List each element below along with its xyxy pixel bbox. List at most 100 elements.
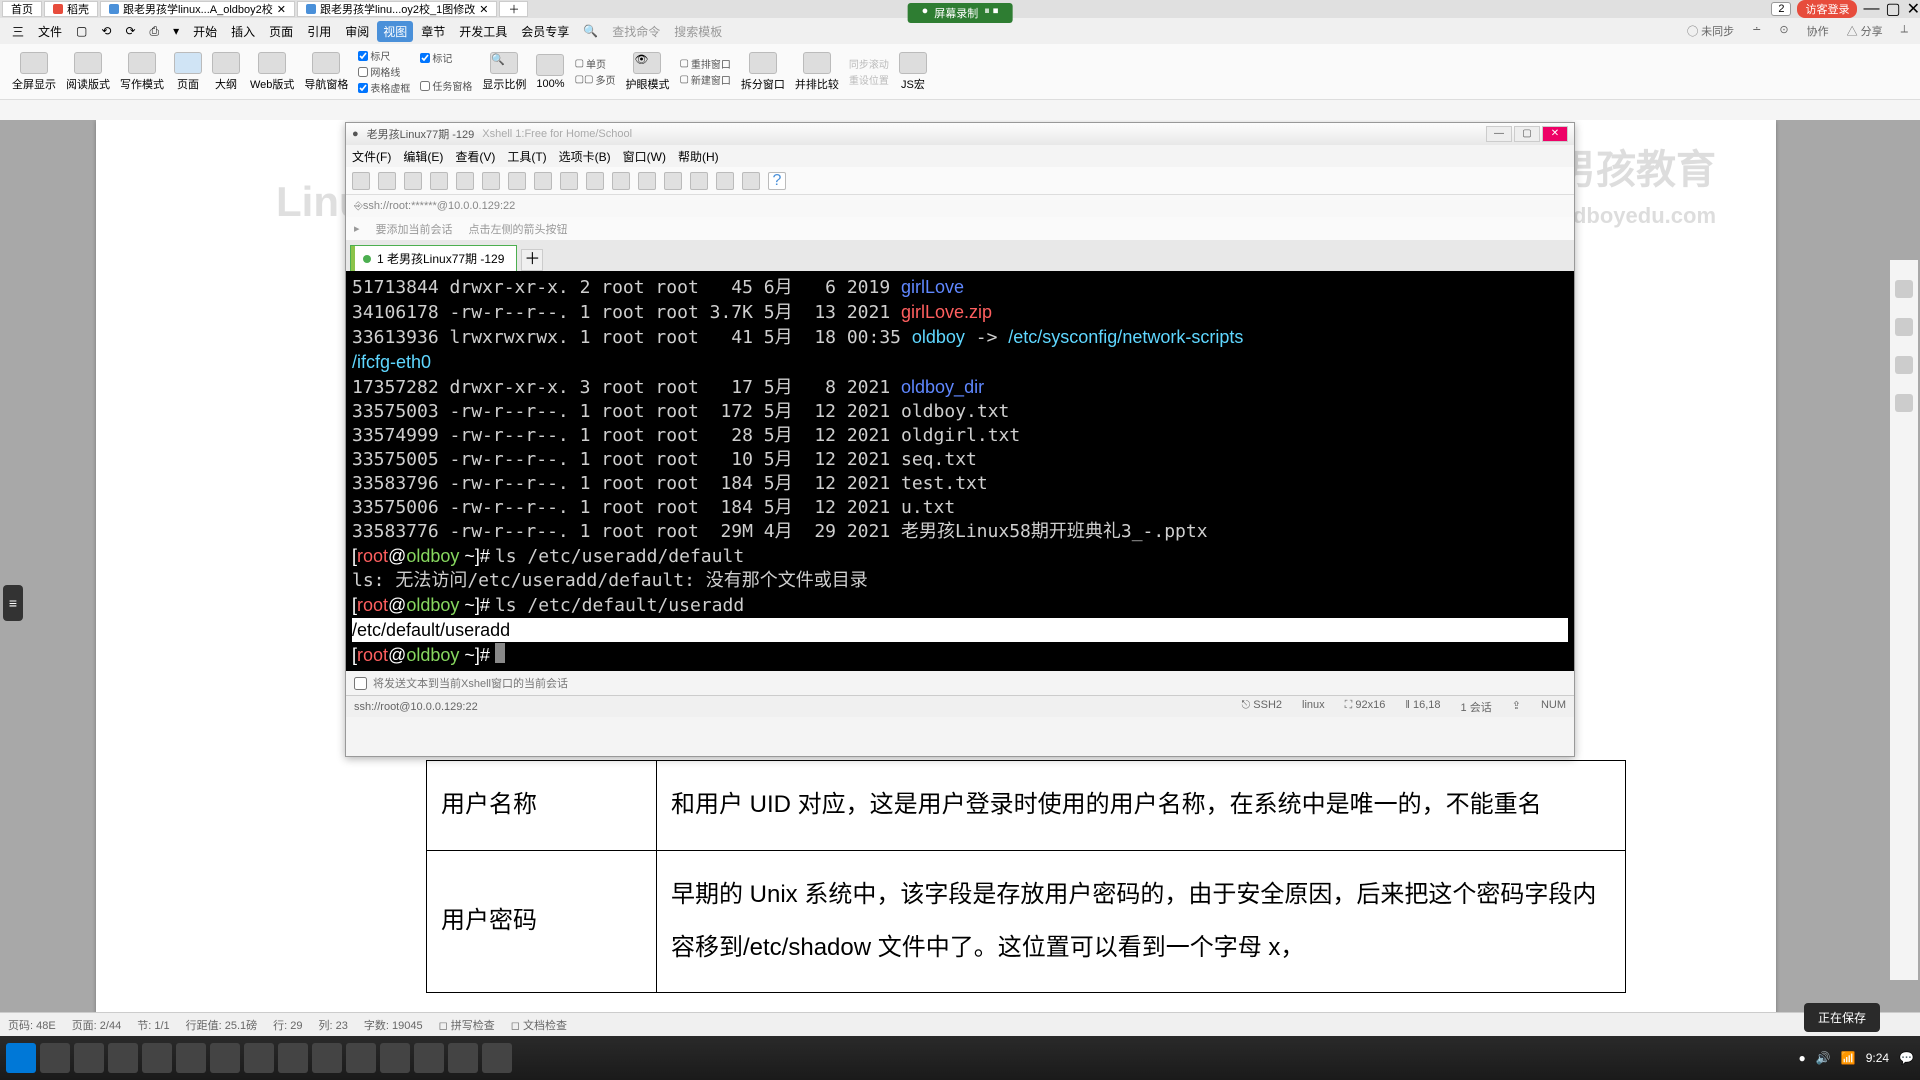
- menu-ham[interactable]: 三: [6, 21, 30, 42]
- app-icon[interactable]: [176, 1043, 206, 1073]
- cell-key[interactable]: 用户名称: [427, 761, 657, 851]
- term-max[interactable]: ▢: [1514, 126, 1540, 142]
- menu-insert[interactable]: 插入: [225, 21, 261, 42]
- term-close[interactable]: ✕: [1542, 126, 1568, 142]
- login-badge[interactable]: 访客登录: [1797, 0, 1857, 18]
- fullscreen-icon[interactable]: [20, 52, 48, 74]
- menu-member[interactable]: 会员专享: [515, 21, 575, 42]
- tb-icon[interactable]: [482, 172, 500, 190]
- app-icon[interactable]: [414, 1043, 444, 1073]
- tb-icon[interactable]: [404, 172, 422, 190]
- tray-icon[interactable]: 🔊: [1816, 1051, 1831, 1065]
- zoom-icon[interactable]: 🔍: [490, 52, 518, 74]
- tb-icon[interactable]: [664, 172, 682, 190]
- app-icon[interactable]: [244, 1043, 274, 1073]
- page-icon[interactable]: [174, 52, 202, 74]
- menu-chapter[interactable]: 章节: [415, 21, 451, 42]
- notif-count[interactable]: 2: [1771, 2, 1791, 16]
- edge-icon[interactable]: [1895, 394, 1913, 412]
- menu-drop[interactable]: ▾: [167, 22, 185, 40]
- new-window[interactable]: ▢ 新建窗口: [679, 72, 730, 87]
- outline-icon[interactable]: [212, 52, 240, 74]
- tb-icon[interactable]: [716, 172, 734, 190]
- menu-start[interactable]: 开始: [187, 21, 223, 42]
- split-icon[interactable]: [749, 52, 777, 74]
- menu-file[interactable]: 文件: [32, 21, 68, 42]
- tray-notif[interactable]: 💬: [1899, 1051, 1914, 1065]
- term-tools[interactable]: 工具(T): [507, 148, 546, 165]
- tb-icon[interactable]: [430, 172, 448, 190]
- side-handle[interactable]: ≡: [3, 585, 23, 621]
- start-button[interactable]: [6, 1043, 36, 1073]
- collab[interactable]: 协作: [1801, 21, 1835, 41]
- app-icon[interactable]: [448, 1043, 478, 1073]
- tray-icon[interactable]: ●: [1799, 1051, 1806, 1065]
- edge-icon[interactable]: [1895, 356, 1913, 374]
- menu-redo[interactable]: ⟳: [119, 22, 141, 40]
- edge-icon[interactable]: [1895, 318, 1913, 336]
- tab-doc2[interactable]: 跟老男孩学linu...oy2校_1图修改 ✕: [297, 1, 497, 17]
- tray-clock[interactable]: 9:24: [1866, 1051, 1889, 1065]
- sync-status[interactable]: ◯ 未同步: [1681, 21, 1740, 41]
- eye-icon[interactable]: 👁: [633, 52, 661, 74]
- tb-icon[interactable]: [378, 172, 396, 190]
- tab-doc1[interactable]: 跟老男孩学linux...A_oldboy2校 ✕: [100, 1, 295, 17]
- menu-undo[interactable]: ⟲: [95, 22, 117, 40]
- terminal-output[interactable]: 51713844 drwxr-xr-x. 2 root root 45 6月 6…: [346, 271, 1574, 671]
- taskview-icon[interactable]: [108, 1043, 138, 1073]
- term-min[interactable]: —: [1486, 126, 1512, 142]
- more-icon[interactable]: ⟂: [1895, 21, 1914, 41]
- share[interactable]: △ 分享: [1841, 21, 1889, 41]
- min-btn[interactable]: —: [1863, 0, 1879, 18]
- term-add-tab[interactable]: ＋: [521, 249, 543, 271]
- cortana-icon[interactable]: [74, 1043, 104, 1073]
- menu-view[interactable]: 视图: [377, 21, 413, 42]
- menu-tpl[interactable]: 搜索模板: [668, 21, 728, 42]
- mark-check[interactable]: [420, 53, 430, 63]
- term-file[interactable]: 文件(F): [352, 148, 391, 165]
- menu-search[interactable]: 查找命令: [606, 21, 666, 42]
- table-check[interactable]: [358, 83, 368, 93]
- term-help[interactable]: 帮助(H): [678, 148, 719, 165]
- gear-icon[interactable]: ⊙: [1773, 21, 1794, 41]
- nav-icon[interactable]: [312, 52, 340, 74]
- app-icon[interactable]: [482, 1043, 512, 1073]
- cell-val[interactable]: 早期的 Unix 系统中，该字段是存放用户密码的，由于安全原因，后来把这个密码字…: [657, 850, 1626, 993]
- menu-print[interactable]: ⎙: [144, 22, 166, 41]
- grid-check[interactable]: [358, 67, 368, 77]
- term-address[interactable]: ⎆ ssh://root:******@10.0.0.129:22: [346, 195, 1574, 217]
- term-tab[interactable]: 选项卡(B): [559, 148, 611, 165]
- tb-icon[interactable]: [508, 172, 526, 190]
- menu-dev[interactable]: 开发工具: [453, 21, 513, 42]
- tb-icon[interactable]: [612, 172, 630, 190]
- menu-save[interactable]: ▢: [70, 22, 93, 40]
- app-icon[interactable]: [278, 1043, 308, 1073]
- search-icon[interactable]: [40, 1043, 70, 1073]
- js-icon[interactable]: [899, 52, 927, 74]
- edge-icon[interactable]: [1895, 280, 1913, 298]
- term-titlebar[interactable]: ●老男孩Linux77期 -129Xshell 1:Free for Home/…: [346, 123, 1574, 145]
- term-session-tab[interactable]: 1 老男孩Linux77期 -129: [350, 245, 517, 271]
- tb-icon[interactable]: [638, 172, 656, 190]
- term-window[interactable]: 窗口(W): [623, 148, 666, 165]
- read-icon[interactable]: [74, 52, 102, 74]
- tb-icon[interactable]: [690, 172, 708, 190]
- tb-icon[interactable]: [742, 172, 760, 190]
- tray-icon[interactable]: 📶: [1841, 1051, 1856, 1065]
- tb-help-icon[interactable]: ?: [768, 172, 786, 190]
- cell-key[interactable]: 用户密码: [427, 850, 657, 993]
- menu-page[interactable]: 页面: [263, 21, 299, 42]
- app-icon[interactable]: [312, 1043, 342, 1073]
- close-btn[interactable]: ✕: [1907, 0, 1920, 19]
- max-btn[interactable]: ▢: [1885, 0, 1900, 19]
- tb-icon[interactable]: [456, 172, 474, 190]
- tab-dao[interactable]: 稻壳: [44, 1, 98, 17]
- tb-icon[interactable]: [352, 172, 370, 190]
- app-icon[interactable]: [346, 1043, 376, 1073]
- sendbar-check[interactable]: [354, 677, 367, 690]
- tab-new[interactable]: ＋: [499, 1, 528, 17]
- app-icon[interactable]: [142, 1043, 172, 1073]
- menu-ref[interactable]: 引用: [301, 21, 337, 42]
- compare-icon[interactable]: [803, 52, 831, 74]
- menu-review[interactable]: 审阅: [339, 21, 375, 42]
